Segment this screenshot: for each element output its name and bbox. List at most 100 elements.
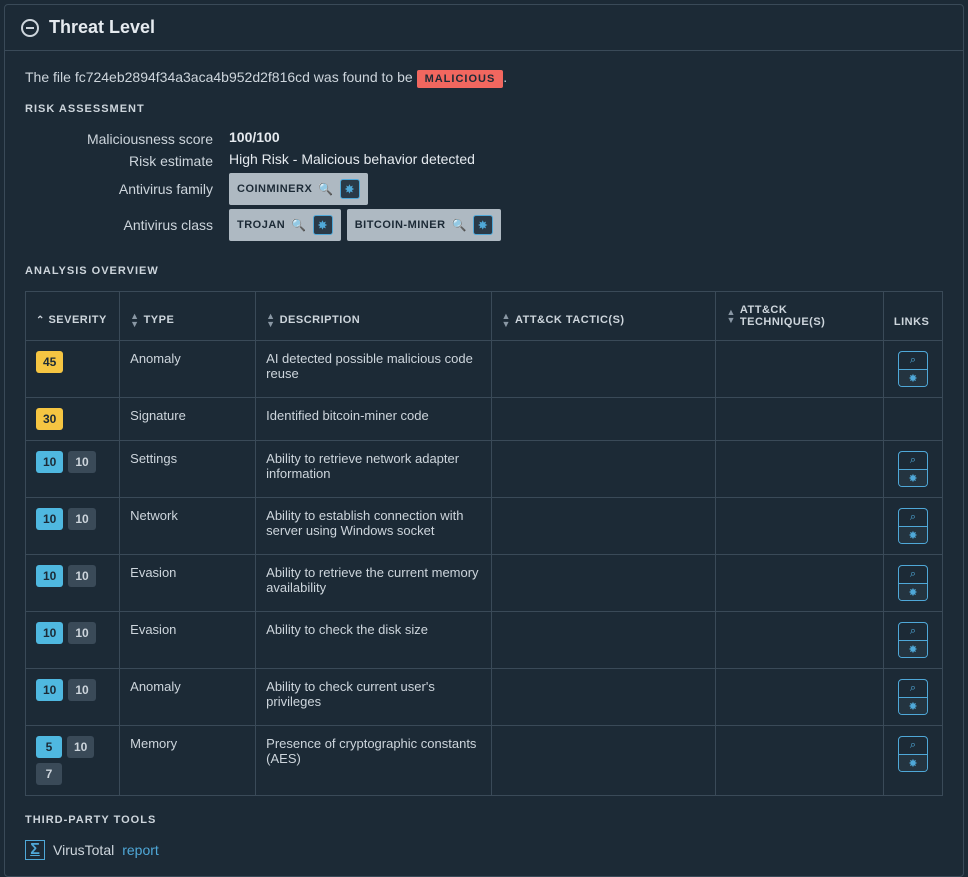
description-cell: Identified bitcoin-miner code <box>256 398 491 441</box>
magnifier-icon: ⌕ <box>899 566 927 583</box>
techniques-cell <box>716 398 883 441</box>
links-cell: ⌕✸ <box>883 441 942 498</box>
description-cell: AI detected possible malicious code reus… <box>256 341 491 398</box>
severity-badge: 10 <box>36 679 63 701</box>
chevron-up-icon: ⌃ <box>36 315 45 326</box>
magnifier-icon: ⌕ <box>899 509 927 526</box>
severity-cell: 1010 <box>26 612 120 669</box>
col-techniques[interactable]: ▲▼ATT&CK TECHNIQUE(S) <box>716 292 883 341</box>
panel-title: Threat Level <box>49 17 155 38</box>
sun-icon[interactable]: ✸ <box>313 215 333 235</box>
description-cell: Presence of cryptographic constants (AES… <box>256 726 491 796</box>
tactics-cell <box>491 498 716 555</box>
search-icon[interactable]: 🔍 <box>291 218 306 232</box>
links-cell: ⌕✸ <box>883 612 942 669</box>
col-tactics[interactable]: ▲▼ATT&CK TACTIC(S) <box>491 292 716 341</box>
link-box[interactable]: ⌕✸ <box>898 351 928 387</box>
link-box[interactable]: ⌕✸ <box>898 565 928 601</box>
severity-cell: 1010 <box>26 498 120 555</box>
col-severity[interactable]: ⌃ SEVERITY <box>26 292 120 341</box>
severity-badge: 10 <box>67 736 94 758</box>
sun-icon[interactable]: ✸ <box>340 179 360 199</box>
risk-assessment-label: RISK ASSESSMENT <box>25 103 943 115</box>
search-icon[interactable]: 🔍 <box>318 182 333 196</box>
tag-label: COINMINERX <box>237 183 312 195</box>
type-cell: Settings <box>120 441 256 498</box>
techniques-cell <box>716 441 883 498</box>
av-class-tags: TROJAN🔍✸BITCOIN-MINER🔍✸ <box>229 209 943 241</box>
magnifier-icon: ⌕ <box>899 737 927 754</box>
table-header-row: ⌃ SEVERITY ▲▼TYPE ▲▼DESCRIPTION ▲▼ATT&CK… <box>26 292 943 341</box>
tag-trojan[interactable]: TROJAN 🔍 ✸ <box>229 209 341 241</box>
links-cell: ⌕✸ <box>883 669 942 726</box>
table-row: 5107MemoryPresence of cryptographic cons… <box>26 726 943 796</box>
tactics-cell <box>491 612 716 669</box>
tag-bitcoin-miner[interactable]: BITCOIN-MINER🔍✸ <box>347 209 501 241</box>
severity-badge: 10 <box>36 451 63 473</box>
col-description[interactable]: ▲▼DESCRIPTION <box>256 292 491 341</box>
severity-badge: 5 <box>36 736 62 758</box>
tactics-cell <box>491 555 716 612</box>
link-box[interactable]: ⌕✸ <box>898 622 928 658</box>
table-row: 1010EvasionAbility to check the disk siz… <box>26 612 943 669</box>
tactics-cell <box>491 398 716 441</box>
analysis-table: ⌃ SEVERITY ▲▼TYPE ▲▼DESCRIPTION ▲▼ATT&CK… <box>25 291 943 796</box>
virustotal-icon[interactable]: Σ <box>25 840 45 860</box>
sun-icon: ✸ <box>899 526 927 543</box>
table-row: 30SignatureIdentified bitcoin-miner code <box>26 398 943 441</box>
techniques-cell <box>716 726 883 796</box>
magnifier-icon: ⌕ <box>899 452 927 469</box>
col-links-label: LINKS <box>894 316 930 328</box>
severity-badge: 10 <box>68 565 95 587</box>
table-row: 1010AnomalyAbility to check current user… <box>26 669 943 726</box>
panel-body: The file fc724eb2894f34a3aca4b952d2f816c… <box>5 51 963 876</box>
severity-cell: 30 <box>26 398 120 441</box>
type-cell: Network <box>120 498 256 555</box>
tag-label: TROJAN <box>237 219 285 231</box>
link-box[interactable]: ⌕✸ <box>898 679 928 715</box>
virustotal-report-link[interactable]: report <box>122 842 159 858</box>
col-severity-label: SEVERITY <box>48 314 106 326</box>
techniques-cell <box>716 612 883 669</box>
severity-cell: 1010 <box>26 441 120 498</box>
mal-score-value: 100/100 <box>229 129 943 147</box>
third-party-label: THIRD-PARTY TOOLS <box>25 814 943 826</box>
severity-cell: 5107 <box>26 726 120 796</box>
sort-icon: ▲▼ <box>130 312 139 328</box>
risk-estimate-value: High Risk - Malicious behavior detected <box>229 151 943 169</box>
severity-badge: 45 <box>36 351 63 373</box>
tactics-cell <box>491 669 716 726</box>
link-box[interactable]: ⌕✸ <box>898 736 928 772</box>
search-icon[interactable]: 🔍 <box>452 218 467 232</box>
sun-icon: ✸ <box>899 640 927 657</box>
tactics-cell <box>491 341 716 398</box>
sun-icon[interactable]: ✸ <box>473 215 493 235</box>
intro-text: The file fc724eb2894f34a3aca4b952d2f816c… <box>25 69 943 85</box>
magnifier-icon: ⌕ <box>899 352 927 369</box>
severity-badge: 10 <box>36 508 63 530</box>
malicious-badge: MALICIOUS <box>417 70 504 88</box>
table-row: 1010EvasionAbility to retrieve the curre… <box>26 555 943 612</box>
severity-badge: 10 <box>36 622 63 644</box>
type-cell: Evasion <box>120 612 256 669</box>
sort-icon: ▲▼ <box>266 312 275 328</box>
table-row: 1010SettingsAbility to retrieve network … <box>26 441 943 498</box>
severity-badge: 30 <box>36 408 63 430</box>
tag-coinminerx[interactable]: COINMINERX 🔍 ✸ <box>229 173 368 205</box>
links-cell <box>883 398 942 441</box>
col-type[interactable]: ▲▼TYPE <box>120 292 256 341</box>
mal-score-label: Maliciousness score <box>39 129 229 147</box>
severity-badge: 10 <box>36 565 63 587</box>
sun-icon: ✸ <box>899 754 927 771</box>
av-class-label: Antivirus class <box>39 209 229 241</box>
links-cell: ⌕✸ <box>883 726 942 796</box>
severity-badge: 10 <box>68 679 95 701</box>
severity-badge: 10 <box>68 451 95 473</box>
severity-cell: 1010 <box>26 669 120 726</box>
severity-badge: 7 <box>36 763 62 785</box>
collapse-icon[interactable] <box>21 19 39 37</box>
link-box[interactable]: ⌕✸ <box>898 508 928 544</box>
techniques-cell <box>716 555 883 612</box>
link-box[interactable]: ⌕✸ <box>898 451 928 487</box>
panel-header: Threat Level <box>5 5 963 51</box>
